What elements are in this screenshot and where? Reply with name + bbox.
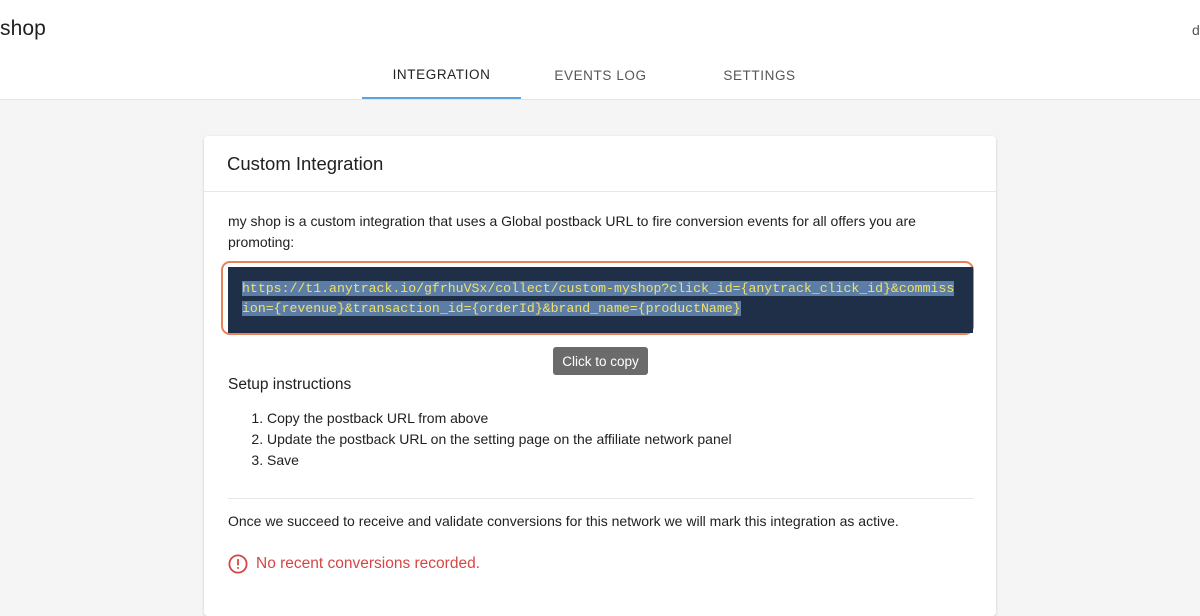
setup-steps-list: Copy the postback URL from above Update … — [228, 408, 732, 471]
setup-step: Copy the postback URL from above — [267, 408, 732, 429]
tab-settings[interactable]: SETTINGS — [680, 52, 839, 99]
tab-integration[interactable]: INTEGRATION — [362, 52, 521, 99]
setup-step: Update the postback URL on the setting p… — [267, 429, 732, 450]
top-header: shop d INTEGRATION EVENTS LOG SETTINGS — [0, 0, 1200, 100]
activation-note: Once we succeed to receive and validate … — [228, 513, 899, 529]
integration-description: my shop is a custom integration that use… — [228, 213, 916, 250]
alert-circle-icon — [228, 554, 248, 574]
setup-step: Save — [267, 450, 732, 471]
status-message: No recent conversions recorded. — [256, 555, 481, 572]
card-title: Custom Integration — [227, 152, 384, 174]
section-divider — [228, 498, 973, 499]
postback-url-box[interactable]: https://t1.anytrack.io/gfrhuVSx/collect/… — [228, 267, 973, 333]
user-avatar-initial[interactable]: d — [1192, 22, 1200, 38]
postback-url-text[interactable]: https://t1.anytrack.io/gfrhuVSx/collect/… — [242, 279, 959, 319]
card-header: Custom Integration — [204, 136, 996, 192]
tab-bar: INTEGRATION EVENTS LOG SETTINGS — [362, 52, 839, 99]
integration-card: Custom Integration my shop is a custom i… — [204, 136, 996, 616]
conversion-status: No recent conversions recorded. — [228, 554, 480, 574]
copy-tooltip: Click to copy — [553, 347, 648, 375]
postback-url-selection: https://t1.anytrack.io/gfrhuVSx/collect/… — [242, 281, 955, 316]
app-title: shop — [0, 17, 46, 40]
setup-heading: Setup instructions — [228, 376, 352, 393]
tab-events-log[interactable]: EVENTS LOG — [521, 52, 680, 99]
